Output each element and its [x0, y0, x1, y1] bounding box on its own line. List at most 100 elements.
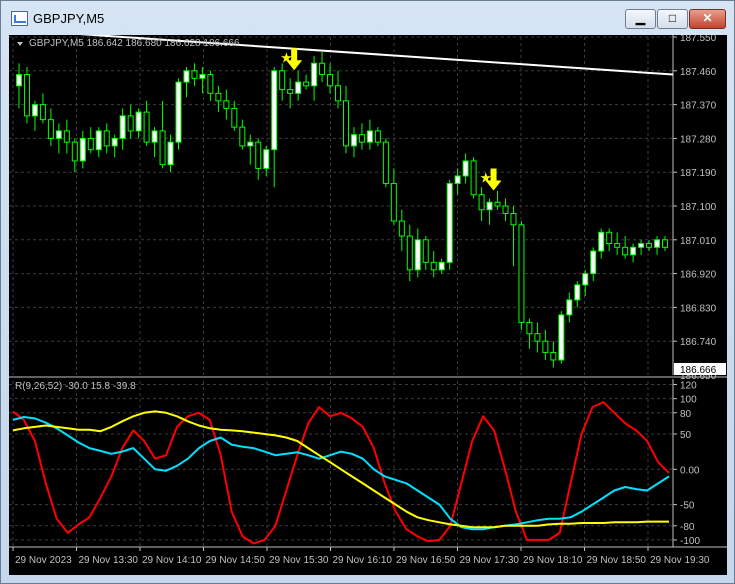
candle — [638, 243, 645, 248]
candle — [574, 284, 581, 301]
candle — [175, 81, 182, 143]
time-label: 29 Nov 15:30 — [269, 555, 329, 566]
star-icon: ★ — [280, 50, 293, 66]
time-label: 29 Nov 18:10 — [523, 555, 583, 566]
chart-background — [9, 35, 727, 575]
candle — [255, 141, 262, 169]
candle — [215, 92, 222, 102]
candle — [199, 74, 206, 79]
candle — [335, 85, 342, 102]
time-label: 29 Nov 2023 — [15, 555, 72, 566]
candle — [350, 134, 357, 147]
candle — [470, 160, 477, 196]
indicator-axis-label: 100 — [680, 395, 697, 406]
time-label: 29 Nov 16:10 — [333, 555, 393, 566]
candle — [247, 141, 254, 147]
close-button[interactable]: ✕ — [689, 9, 726, 29]
candle — [606, 231, 613, 245]
candle — [654, 239, 661, 248]
indicator-axis-label: -100 — [680, 536, 700, 547]
price-label: 186.830 — [680, 303, 717, 314]
candle — [662, 239, 669, 248]
candle — [558, 314, 565, 361]
chart-area[interactable]: 187.550 187.460 187.370 187.280 187.190 187.1… — [9, 35, 727, 575]
candle — [151, 130, 158, 143]
candle — [311, 62, 318, 87]
price-label: 187.460 — [680, 67, 717, 78]
candle — [191, 70, 198, 79]
candle — [590, 250, 597, 275]
candle — [111, 137, 118, 147]
candle — [446, 182, 453, 263]
candle — [231, 107, 238, 128]
star-icon: ★ — [480, 170, 493, 186]
candle — [55, 130, 62, 139]
current-price-label: 186.666 — [680, 365, 717, 376]
price-label: 187.190 — [680, 168, 717, 179]
candle — [526, 321, 533, 335]
candle — [374, 130, 381, 143]
terminal-window: GBPJPY,M5 ▁ □ ✕ 187.550 187.460 187.370 187… — [0, 0, 735, 584]
candle — [295, 81, 302, 94]
chart-canvas[interactable]: 187.550 187.460 187.370 187.280 187.190 187.1… — [9, 35, 727, 575]
time-label: 29 Nov 14:50 — [206, 555, 266, 566]
minimize-icon: ▁ — [635, 11, 646, 25]
candle — [494, 201, 501, 207]
chart-window-icon — [11, 11, 28, 26]
time-label: 29 Nov 16:50 — [396, 555, 456, 566]
time-label: 29 Nov 17:30 — [460, 555, 520, 566]
time-label: 29 Nov 13:30 — [79, 555, 139, 566]
candle — [79, 137, 86, 162]
candle — [398, 220, 405, 237]
candle — [183, 70, 190, 83]
price-label: 187.100 — [680, 202, 717, 213]
price-label: 186.920 — [680, 270, 717, 281]
candle — [167, 141, 174, 166]
maximize-button[interactable]: □ — [657, 9, 688, 29]
candle — [390, 182, 397, 222]
title-bar[interactable]: GBPJPY,M5 ▁ □ ✕ — [1, 1, 734, 35]
candle — [287, 89, 294, 94]
candle — [63, 130, 70, 143]
candle — [95, 130, 102, 151]
indicator-axis-label: -80 — [680, 522, 695, 533]
candle — [342, 100, 349, 147]
minimize-button[interactable]: ▁ — [625, 9, 656, 29]
candle — [223, 100, 230, 109]
time-label: 29 Nov 18:50 — [587, 555, 647, 566]
candle — [319, 62, 326, 76]
candle — [566, 299, 573, 316]
price-label: 187.010 — [680, 236, 717, 247]
candle — [438, 261, 445, 271]
candle — [510, 213, 517, 226]
candle — [414, 239, 421, 271]
candle — [430, 261, 437, 271]
candle — [271, 70, 278, 151]
indicator-axis-label: 50 — [680, 430, 692, 441]
candle — [486, 201, 493, 211]
candle — [127, 115, 134, 132]
candle — [39, 104, 46, 121]
candle — [646, 243, 653, 248]
candle — [47, 119, 54, 139]
candle — [630, 246, 637, 256]
price-label: 187.550 — [680, 35, 717, 44]
indicator-axis-label: 80 — [680, 409, 692, 420]
time-label: 29 Nov 14:10 — [142, 555, 202, 566]
candle — [358, 134, 365, 143]
candle — [502, 205, 509, 215]
candle — [23, 74, 30, 117]
candle — [422, 239, 429, 263]
candle — [534, 333, 541, 342]
candle — [15, 74, 22, 87]
candle — [143, 111, 150, 143]
indicator-axis-label: 0.00 — [680, 465, 700, 476]
price-label: 187.280 — [680, 134, 717, 145]
indicator-axis-label: -50 — [680, 501, 695, 512]
price-label: 186.740 — [680, 337, 717, 348]
time-label: 29 Nov 19:30 — [650, 555, 710, 566]
candle — [71, 141, 78, 162]
candle — [31, 104, 38, 117]
candle — [614, 243, 621, 248]
main-chart-header: GBPJPY,M5 186.642 186.680 186.628 186.66… — [29, 38, 240, 49]
